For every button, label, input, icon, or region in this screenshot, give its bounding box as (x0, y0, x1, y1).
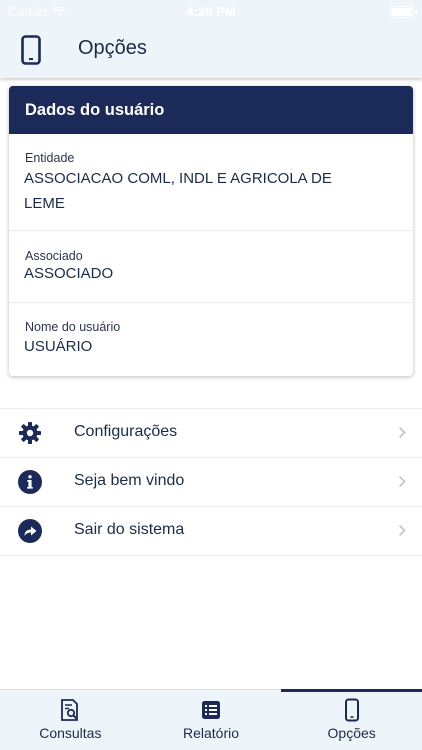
gear-icon (19, 422, 41, 444)
screen: Carrier 4:28 PM Opções Dados do usuário … (0, 0, 422, 750)
field-value: ASSOCIADO (24, 265, 114, 282)
field-label: Nome do usuário (25, 320, 121, 334)
menu-item-sair-do-sistema[interactable]: Sair do sistema (0, 507, 422, 556)
field-label: Entidade (25, 151, 75, 165)
options-menu: Configurações Seja bem vindo Sair do sis… (0, 408, 422, 556)
menu-item-configuracoes[interactable]: Configurações (0, 409, 422, 458)
list-icon (202, 701, 220, 719)
menu-item-seja-bem-vindo[interactable]: Seja bem vindo (0, 458, 422, 507)
battery-icon (390, 6, 417, 18)
app-header: Opções (0, 24, 422, 78)
info-icon (18, 470, 42, 494)
page-title: Opções (78, 37, 147, 59)
tab-label: Relatório (182, 725, 240, 741)
field-value: ASSOCIACAO COML, INDL E AGRICOLA DE LEME (24, 170, 332, 212)
menu-item-label: Configurações (74, 423, 178, 440)
user-data-card: Dados do usuário Entidade ASSOCIACAO COM… (9, 86, 413, 376)
smartphone-icon (21, 35, 41, 65)
chevron-right-icon (398, 426, 406, 439)
chevron-right-icon (398, 475, 406, 488)
menu-item-label: Seja bem vindo (74, 472, 185, 489)
field-value: USUÁRIO (24, 338, 93, 355)
document-search-icon (61, 699, 79, 721)
status-time: 4:28 PM (186, 4, 236, 19)
tab-opcoes[interactable]: Opções (281, 689, 422, 750)
tab-label: Consultas (39, 725, 102, 741)
tab-bar: Consultas Relatório Opções (0, 689, 422, 750)
tab-consultas[interactable]: Consultas (0, 690, 141, 750)
card-title: Dados do usuário (9, 86, 413, 134)
field-nome-usuario: Nome do usuário USUÁRIO (9, 303, 413, 375)
smartphone-icon (344, 698, 359, 722)
share-arrow-icon (18, 519, 42, 543)
field-associado: Associado ASSOCIADO (9, 231, 413, 303)
status-bar: Carrier 4:28 PM (0, 0, 422, 24)
chevron-right-icon (398, 524, 406, 537)
field-entidade: Entidade ASSOCIACAO COML, INDL E AGRICOL… (9, 134, 413, 231)
menu-item-label: Sair do sistema (74, 521, 185, 538)
tab-label: Opções (327, 725, 376, 741)
tab-relatorio[interactable]: Relatório (141, 690, 282, 750)
